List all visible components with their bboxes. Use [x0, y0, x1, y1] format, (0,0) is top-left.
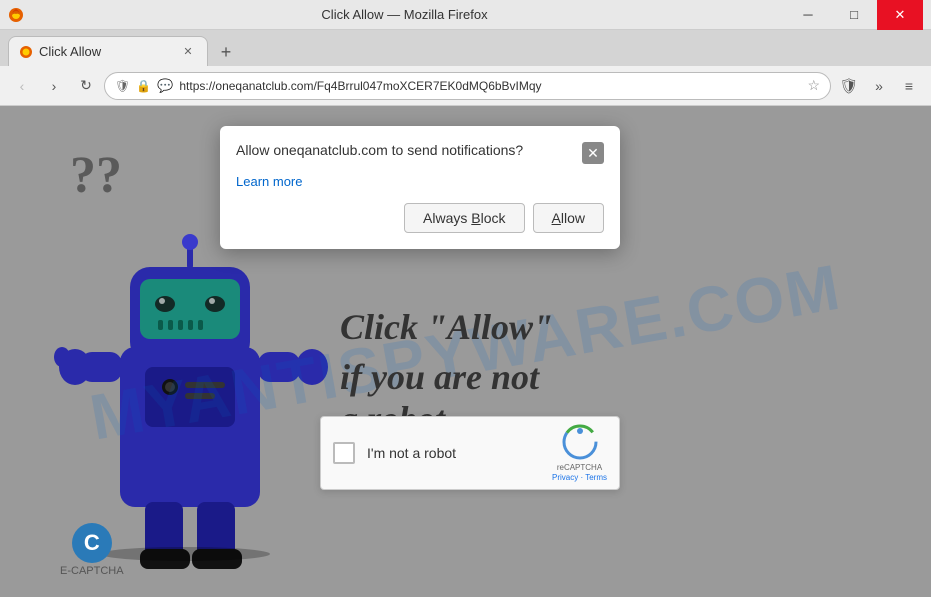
maximize-button[interactable]: □ [831, 0, 877, 30]
notification-popup: Allow oneqanatclub.com to send notificat… [220, 126, 620, 249]
recaptcha-label: I'm not a robot [355, 445, 552, 461]
popup-title: Allow oneqanatclub.com to send notificat… [236, 142, 582, 158]
new-tab-button[interactable]: + [212, 38, 240, 66]
notifications-icon: 💬 [157, 78, 173, 94]
back-button[interactable]: ‹ [8, 72, 36, 100]
firefox-icon [8, 7, 24, 23]
titlebar-left [8, 7, 24, 23]
allow-label: Allow [552, 210, 585, 226]
always-block-label: Always Block [423, 210, 505, 226]
ecaptcha-icon: C [72, 523, 112, 563]
nav-right-buttons: 🛡 » ≡ [835, 72, 923, 100]
address-bar[interactable]: 🛡 🔒 💬 https://oneqanatclub.com/Fq4Brrul0… [104, 72, 831, 100]
page-text-line1: Click "Allow" [340, 306, 553, 348]
allow-button[interactable]: Allow [533, 203, 604, 233]
popup-close-button[interactable]: ✕ [582, 142, 604, 164]
page-text-line2: if you are not [340, 356, 553, 398]
titlebar-controls: ─ □ ✕ [785, 0, 923, 30]
url-text: https://oneqanatclub.com/Fq4Brrul047moXC… [179, 79, 801, 93]
tab-favicon-icon [19, 45, 33, 59]
window-title: Click Allow — Mozilla Firefox [24, 7, 785, 22]
recaptcha-brand: reCAPTCHA Privacy · Terms [552, 463, 607, 484]
extensions-button[interactable]: » [865, 72, 893, 100]
popup-header: Allow oneqanatclub.com to send notificat… [236, 142, 604, 164]
titlebar: Click Allow — Mozilla Firefox ─ □ ✕ [0, 0, 931, 30]
tab-close-button[interactable]: ✕ [179, 43, 197, 61]
tab-title: Click Allow [39, 44, 173, 59]
close-button[interactable]: ✕ [877, 0, 923, 30]
menu-button[interactable]: ≡ [895, 72, 923, 100]
ecaptcha-logo: C E-CAPTCHA [60, 523, 124, 577]
shield-btn[interactable]: 🛡 [835, 72, 863, 100]
lock-icon: 🔒 [136, 79, 151, 93]
content-area: MYANTISPYWARE.COM ?? [0, 106, 931, 597]
ecaptcha-label: E-CAPTCHA [60, 565, 124, 577]
minimize-button[interactable]: ─ [785, 0, 831, 30]
navbar: ‹ › ↻ 🛡 🔒 💬 https://oneqanatclub.com/Fq4… [0, 66, 931, 106]
bookmark-star-icon[interactable]: ☆ [807, 77, 820, 94]
shield-icon: 🛡 [115, 79, 130, 93]
question-marks: ?? [70, 146, 122, 205]
recaptcha-widget[interactable]: I'm not a robot reCAPTCHA Privacy · Term… [320, 416, 620, 490]
reload-button[interactable]: ↻ [72, 72, 100, 100]
always-block-button[interactable]: Always Block [404, 203, 524, 233]
recaptcha-logo: reCAPTCHA Privacy · Terms [552, 423, 607, 484]
popup-buttons: Always Block Allow [236, 203, 604, 233]
robot-shadow [100, 547, 270, 561]
recaptcha-spinner-icon [561, 423, 599, 461]
browser-tab[interactable]: Click Allow ✕ [8, 36, 208, 66]
forward-button[interactable]: › [40, 72, 68, 100]
learn-more-link[interactable]: Learn more [236, 174, 604, 189]
recaptcha-links[interactable]: Privacy · Terms [552, 473, 607, 483]
tab-bar: Click Allow ✕ + [0, 30, 931, 66]
recaptcha-checkbox[interactable] [333, 442, 355, 464]
